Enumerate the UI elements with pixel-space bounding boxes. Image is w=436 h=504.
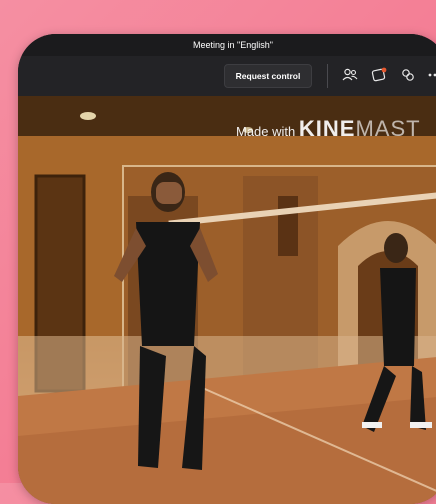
- meeting-window: Meeting in "English" Request control Mad…: [18, 34, 436, 504]
- more-icon[interactable]: [426, 66, 436, 84]
- video-watermark: Made with KINEMAST: [236, 116, 421, 142]
- share-icon[interactable]: [370, 66, 388, 84]
- request-control-button[interactable]: Request control: [224, 64, 312, 88]
- toolbar-divider: [327, 64, 328, 88]
- watermark-brand: KINE: [298, 116, 356, 141]
- meeting-toolbar: Request control: [18, 56, 436, 96]
- video-scene: [18, 96, 436, 504]
- people-icon[interactable]: [341, 66, 359, 84]
- reaction-icon[interactable]: [399, 66, 417, 84]
- window-title: Meeting in "English": [18, 34, 436, 56]
- watermark-brand-tail: MAST: [355, 116, 421, 141]
- watermark-prefix: Made with: [236, 124, 299, 139]
- shared-video: Made with KINEMAST: [18, 96, 436, 504]
